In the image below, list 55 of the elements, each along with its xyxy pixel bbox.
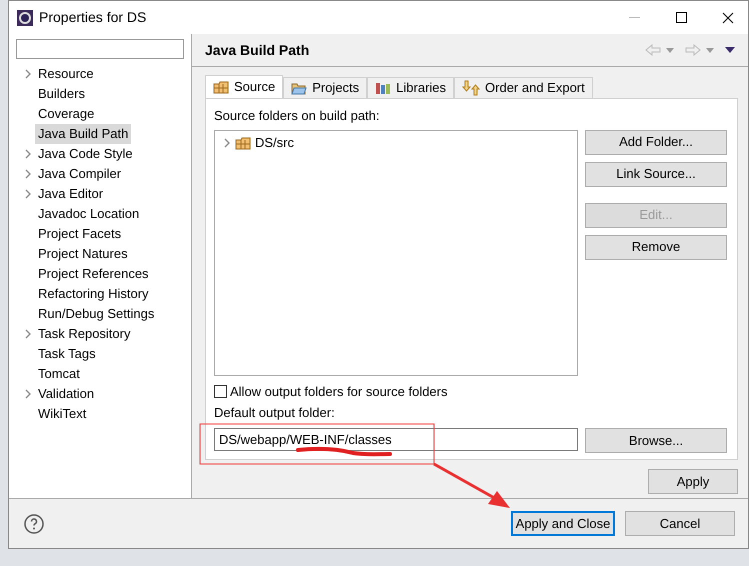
- side-button[interactable]: Link Source...: [585, 162, 727, 186]
- sidebar-item[interactable]: Refactoring History: [35, 284, 152, 304]
- field-label: Default output folder:: [214, 404, 335, 422]
- minimize-icon[interactable]: [629, 16, 640, 18]
- sidebar-item[interactable]: Java Editor: [35, 184, 106, 204]
- expand-chevron-icon[interactable]: [24, 389, 32, 399]
- page-title: Java Build Path: [205, 40, 310, 60]
- filter-field[interactable]: [16, 39, 184, 59]
- apply-and-close-button[interactable]: Apply and Close: [511, 511, 615, 536]
- sidebar-item[interactable]: Java Code Style: [35, 144, 136, 164]
- tab[interactable]: Projects: [283, 77, 368, 98]
- package-folder-icon: [213, 80, 229, 94]
- sidebar-item[interactable]: Resource: [35, 64, 97, 84]
- output-folder-field[interactable]: DS/webapp/WEB-INF/classes: [214, 428, 578, 451]
- sidebar-item[interactable]: Task Repository: [35, 324, 134, 344]
- cancel-button[interactable]: Cancel: [625, 511, 735, 536]
- sidebar-item[interactable]: Validation: [35, 384, 98, 404]
- sidebar-item[interactable]: Java Compiler: [35, 164, 124, 184]
- sidebar-item[interactable]: Run/Debug Settings: [35, 304, 158, 324]
- tab[interactable]: Libraries: [367, 77, 454, 98]
- sidebar-item[interactable]: WikiText: [35, 404, 90, 424]
- sidebar-item[interactable]: Task Tags: [35, 344, 99, 364]
- maximize-icon[interactable]: [676, 12, 687, 23]
- expand-chevron-icon[interactable]: [24, 329, 32, 339]
- sidebar-item[interactable]: Coverage: [35, 104, 98, 124]
- sidebar-item[interactable]: Java Build Path: [35, 124, 132, 144]
- sidebar-item[interactable]: Project References: [35, 264, 152, 284]
- expand-chevron-icon[interactable]: [24, 69, 32, 79]
- window-title: Properties for DS: [39, 8, 146, 27]
- sidebar-item[interactable]: Tomcat: [35, 364, 83, 384]
- checkbox-label: Allow output folders for source folders: [230, 382, 448, 401]
- tree-item[interactable]: DS/src: [255, 132, 294, 152]
- sidebar-item[interactable]: Project Facets: [35, 224, 124, 244]
- apply-button[interactable]: Apply: [648, 469, 738, 494]
- package-folder-icon: [235, 136, 251, 150]
- sidebar-item[interactable]: Javadoc Location: [35, 204, 142, 224]
- sidebar-item[interactable]: Project Natures: [35, 244, 131, 264]
- dropdown-caret-icon[interactable]: [706, 48, 714, 52]
- expand-chevron-icon[interactable]: [223, 138, 231, 148]
- folder-icon: [291, 81, 308, 95]
- eclipse-logo-icon: [17, 10, 33, 26]
- help-icon[interactable]: [24, 514, 44, 534]
- tab[interactable]: Source: [205, 75, 284, 98]
- section-label: Source folders on build path:: [214, 107, 380, 125]
- close-icon[interactable]: [722, 12, 734, 24]
- side-button[interactable]: Add Folder...: [585, 130, 727, 154]
- browse-button[interactable]: Browse...: [585, 428, 727, 453]
- dropdown-caret-icon[interactable]: [666, 48, 674, 52]
- up-down-arrows-icon: [462, 80, 480, 96]
- checkbox[interactable]: [214, 385, 227, 398]
- tab[interactable]: Order and Export: [454, 77, 593, 98]
- sidebar-item[interactable]: Builders: [35, 84, 88, 104]
- books-icon: [375, 81, 392, 95]
- view-menu-icon[interactable]: [725, 47, 735, 53]
- side-button[interactable]: Remove: [585, 234, 727, 260]
